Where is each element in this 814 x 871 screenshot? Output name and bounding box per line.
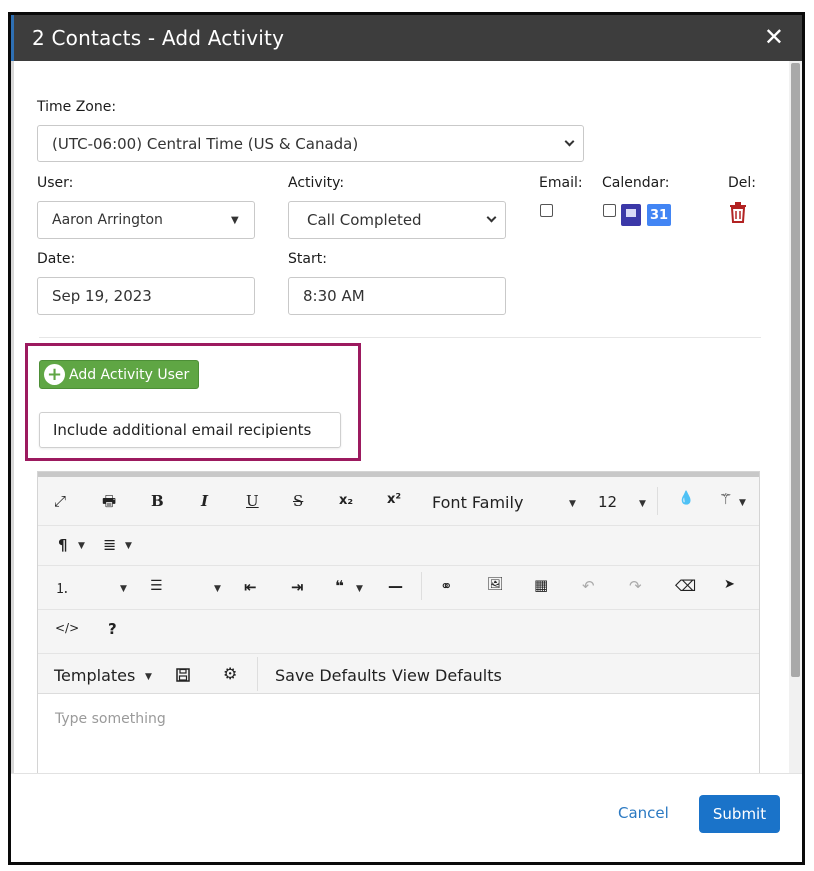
caret-down-icon: ▼ <box>145 672 152 682</box>
outdent-icon[interactable]: ⇤ <box>244 578 257 596</box>
strikethrough-icon[interactable]: S <box>293 492 303 510</box>
caret-down-icon: ▼ <box>214 584 221 594</box>
dialog-footer: Cancel Submit <box>11 773 802 862</box>
date-label: Date: <box>37 251 76 267</box>
editor-placeholder: Type something <box>55 711 166 727</box>
calendar-label: Calendar: <box>602 175 670 191</box>
dialog: 2 Contacts - Add Activity ✕ Time Zone: (… <box>8 12 805 865</box>
subscript-icon[interactable]: x₂ <box>339 493 353 508</box>
cancel-button[interactable]: Cancel <box>618 804 669 822</box>
quote-icon[interactable]: ❝ <box>335 577 344 595</box>
unordered-list-icon[interactable]: ☰ <box>150 578 163 594</box>
start-value: 8:30 AM <box>303 287 365 305</box>
add-activity-user-label: Add Activity User <box>69 366 190 383</box>
timezone-label: Time Zone: <box>37 99 117 115</box>
activity-select[interactable]: Call Completed <box>288 201 506 239</box>
activity-value: Call Completed <box>307 211 422 229</box>
magic-wand-icon[interactable]: ⚚ <box>719 490 732 508</box>
caret-down-icon: ▼ <box>231 215 239 226</box>
eraser-icon[interactable]: ⌫ <box>675 577 696 595</box>
gear-icon[interactable]: ⚙ <box>223 664 237 683</box>
caret-down-icon: ▼ <box>120 584 127 594</box>
save-defaults-button[interactable]: Save Defaults <box>275 666 386 685</box>
del-label: Del: <box>728 175 756 191</box>
include-recipients-button[interactable]: Include additional email recipients <box>39 412 341 448</box>
left-edge <box>11 61 14 796</box>
rich-text-editor: ⤢ 🖶 B I U S x₂ x² Font Family ▼ 12 ▼ 💧 ⚚… <box>37 471 760 786</box>
templates-menu[interactable]: Templates <box>54 666 135 685</box>
google-calendar-icon[interactable]: 31 <box>647 204 671 226</box>
scrollbar-thumb[interactable] <box>791 63 800 677</box>
indent-icon[interactable]: ⇥ <box>291 578 304 596</box>
caret-down-icon: ▼ <box>639 499 646 509</box>
print-icon[interactable]: 🖶 <box>102 491 116 516</box>
bold-icon[interactable]: B <box>151 492 164 510</box>
view-defaults-button[interactable]: View Defaults <box>392 666 502 685</box>
user-value: Aaron Arrington <box>52 212 163 228</box>
user-label: User: <box>37 175 74 191</box>
dialog-title: 2 Contacts - Add Activity <box>32 26 285 50</box>
include-recipients-label: Include additional email recipients <box>53 421 312 439</box>
editor-content[interactable]: Type something <box>38 695 759 785</box>
color-drop-icon[interactable]: 💧 <box>678 491 694 506</box>
scrollbar[interactable] <box>789 61 802 773</box>
redo-icon[interactable]: ↷ <box>629 577 642 595</box>
email-label: Email: <box>539 175 583 191</box>
align-icon[interactable]: ≣ <box>103 535 116 554</box>
date-value: Sep 19, 2023 <box>52 287 152 305</box>
start-label: Start: <box>288 251 327 267</box>
caret-down-icon: ▼ <box>125 541 132 551</box>
plus-circle-icon: + <box>44 364 65 385</box>
paragraph-icon[interactable]: ¶ <box>58 536 68 554</box>
horizontal-rule-icon[interactable]: — <box>388 577 403 595</box>
divider <box>39 337 761 338</box>
ordered-list-icon[interactable]: ⒈ <box>55 578 69 598</box>
email-checkbox[interactable] <box>540 204 553 217</box>
activity-label: Activity: <box>288 175 345 191</box>
help-icon[interactable]: ? <box>108 620 117 638</box>
chevron-down-icon <box>564 136 575 147</box>
chevron-down-icon <box>486 212 497 223</box>
code-view-icon[interactable]: </> <box>55 621 79 635</box>
italic-icon[interactable]: I <box>201 492 208 510</box>
pointer-icon[interactable]: ➤ <box>724 577 735 592</box>
underline-icon[interactable]: U <box>246 492 259 510</box>
link-icon[interactable]: ⚭ <box>440 577 453 595</box>
calendar-checkbox[interactable] <box>603 204 616 217</box>
submit-button[interactable]: Submit <box>699 795 780 833</box>
caret-down-icon: ▼ <box>739 498 746 508</box>
caret-down-icon: ▼ <box>569 499 576 509</box>
fullscreen-icon[interactable]: ⤢ <box>54 492 66 510</box>
undo-icon[interactable]: ↶ <box>582 577 595 595</box>
date-input[interactable]: Sep 19, 2023 <box>37 277 255 315</box>
superscript-icon[interactable]: x² <box>387 492 401 507</box>
add-activity-user-button[interactable]: + Add Activity User <box>39 360 199 389</box>
font-family-select[interactable]: Font Family <box>432 493 523 512</box>
user-select[interactable]: Aaron Arrington ▼ <box>37 201 255 239</box>
save-icon[interactable] <box>176 668 190 682</box>
trash-icon[interactable] <box>729 202 747 223</box>
timezone-select[interactable]: (UTC-06:00) Central Time (US & Canada) <box>37 125 584 162</box>
dialog-titlebar: 2 Contacts - Add Activity ✕ <box>11 15 802 61</box>
close-icon[interactable]: ✕ <box>764 23 784 51</box>
outlook-calendar-icon[interactable] <box>621 204 641 226</box>
caret-down-icon: ▼ <box>356 584 363 594</box>
image-icon[interactable]: 🖼 <box>487 577 504 592</box>
editor-toolbar: ⤢ 🖶 B I U S x₂ x² Font Family ▼ 12 ▼ 💧 ⚚… <box>38 477 759 694</box>
caret-down-icon: ▼ <box>78 541 85 551</box>
start-input[interactable]: 8:30 AM <box>288 277 506 315</box>
timezone-value: (UTC-06:00) Central Time (US & Canada) <box>52 134 359 153</box>
font-size-select[interactable]: 12 <box>598 493 617 511</box>
table-icon[interactable]: ▦ <box>534 576 548 594</box>
